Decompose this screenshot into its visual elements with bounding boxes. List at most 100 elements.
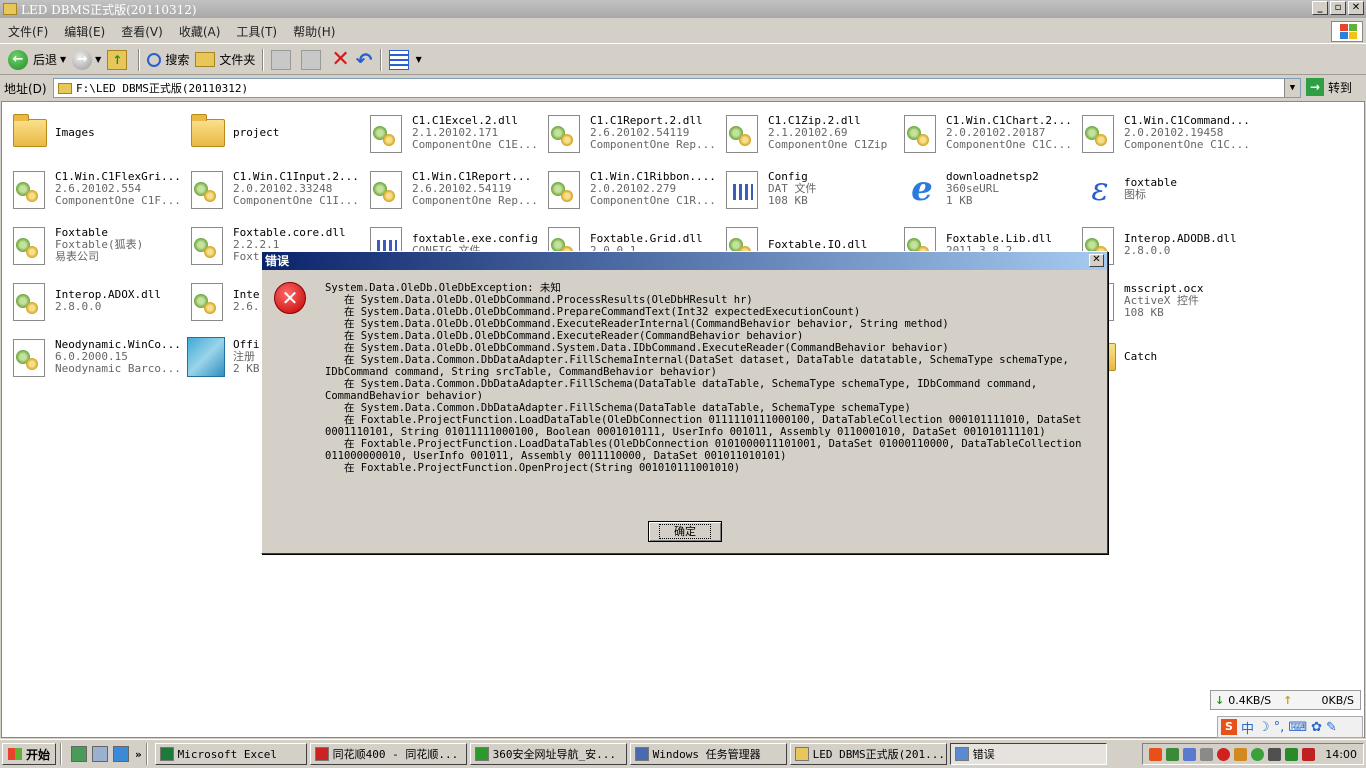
dll-icon [187, 223, 227, 267]
ime-language[interactable]: 中 [1241, 718, 1254, 737]
close-button[interactable]: ✕ [1348, 1, 1364, 15]
tray-sogou-icon[interactable] [1149, 747, 1163, 761]
dll-icon [9, 223, 49, 267]
punctuation-icon[interactable]: °, [1274, 720, 1285, 735]
upload-speed: 0KB/S [1321, 693, 1354, 707]
tray-app-icon[interactable] [1251, 747, 1265, 761]
go-arrow-icon: → [1306, 78, 1324, 96]
back-button[interactable]: ← 后退 ▼ [5, 48, 69, 72]
start-button[interactable]: 开始 [2, 743, 57, 765]
file-item[interactable]: C1.Win.C1Command... 2.0.20102.19458 Compon… [1078, 107, 1256, 159]
file-name: Catch [1124, 351, 1158, 363]
title-bar: LED DBMS正式版(20110312) _ ▫ ✕ [0, 0, 1366, 18]
up-folder-icon: ↑ [107, 49, 128, 70]
menu-view[interactable]: 查看(V) [113, 23, 171, 40]
skin-icon[interactable]: ✿ [1311, 720, 1322, 735]
folder-icon [187, 111, 227, 155]
foxtable-icon: ε [1091, 170, 1109, 208]
taskbar-separator [60, 743, 63, 765]
half-width-icon[interactable]: ☽ [1258, 720, 1270, 735]
file-item[interactable]: C1.Win.C1Ribbon.... 2.0.20102.279 Componen… [544, 163, 722, 215]
ime-toolbar[interactable]: S 中 ☽ °, ⌨ ✿ ✎ [1217, 716, 1363, 738]
menu-help[interactable]: 帮助(H) [285, 23, 343, 40]
search-button[interactable]: 搜索 [144, 48, 192, 72]
views-button[interactable]: ▼ [386, 48, 425, 72]
go-button[interactable]: → 转到 [1306, 78, 1352, 96]
app-icon [954, 747, 969, 761]
taskbar-button[interactable]: 同花顺400 - 同花顺... [309, 743, 467, 765]
error-message: System.Data.OleDb.OleDbException: 未知 在 S… [325, 282, 1082, 474]
file-item[interactable]: C1.C1Report.2.dll 2.6.20102.54119 Componen… [544, 107, 722, 159]
taskbar-button-label: LED DBMS正式版(201... [812, 748, 945, 761]
file-item[interactable]: Neodynamic.WinCo... 6.0.2000.15 Neodynamic… [9, 331, 187, 383]
tray-network-icon[interactable] [1285, 747, 1299, 761]
dialog-title: 错误 [262, 252, 1107, 270]
file-detail: ComponentOne C1E... [412, 138, 538, 151]
file-item[interactable]: Interop.ADOX.dll 2.8.0.0 [9, 275, 187, 327]
chevron-down-icon[interactable]: ▼ [60, 55, 66, 64]
file-item[interactable]: C1.Win.C1Chart.2... 2.0.20102.20187 Compon… [900, 107, 1078, 159]
menu-favorites[interactable]: 收藏(A) [171, 23, 229, 40]
tray-app-icon[interactable] [1217, 747, 1231, 761]
taskbar-button[interactable]: Windows 任务管理器 [629, 743, 787, 765]
task-list: Microsoft Excel 同花顺400 - 同花顺... 360安全网址导航_… [152, 743, 1107, 765]
file-item[interactable]: C1.C1Zip.2.dll 2.1.20102.69 ComponentOne C… [722, 107, 900, 159]
menu-edit[interactable]: 编辑(E) [56, 23, 113, 40]
ok-button[interactable]: 确定 [648, 521, 722, 542]
file-item[interactable]: ε foxtable 图标 [1078, 163, 1256, 215]
tray-app-icon[interactable] [1166, 747, 1180, 761]
tray-app-icon[interactable] [1200, 747, 1214, 761]
menu-file[interactable]: 文件(F) [0, 23, 56, 40]
tray-app-icon[interactable] [1183, 747, 1197, 761]
chevron-down-icon[interactable]: ▼ [95, 55, 101, 64]
restore-button[interactable]: ▫ [1330, 1, 1346, 15]
dll-icon [1078, 111, 1118, 155]
network-speed-widget: ↓ 0.4KB/S ↑ 0KB/S [1210, 690, 1361, 710]
keyboard-icon[interactable]: ⌨ [1288, 720, 1307, 735]
tray-security-icon[interactable] [1302, 747, 1316, 761]
folder-icon [195, 52, 216, 67]
back-arrow-icon: ← [8, 49, 28, 70]
taskbar-button[interactable]: 错误 [949, 743, 1107, 765]
toolbar-separator [379, 48, 382, 71]
chevron-down-icon[interactable]: ▼ [416, 55, 422, 64]
taskbar-button[interactable]: LED DBMS正式版(201... [789, 743, 947, 765]
taskbar-button-label: Microsoft Excel [177, 747, 277, 761]
file-item[interactable]: project [187, 107, 365, 159]
file-item[interactable]: e downloadnetsp2 360seURL 1 KB [900, 163, 1078, 215]
minimize-button[interactable]: _ [1312, 1, 1328, 15]
taskbar-button-label: 同花顺400 - 同花顺... [332, 748, 459, 761]
undo-button[interactable]: ↶ [353, 48, 376, 72]
quicklaunch-ie-icon[interactable] [113, 746, 130, 762]
file-item[interactable]: C1.Win.C1FlexGri... 2.6.20102.554 Componen… [9, 163, 187, 215]
file-item[interactable]: Images [9, 107, 187, 159]
tray-app-icon[interactable] [1234, 747, 1248, 761]
quicklaunch-icon[interactable] [71, 746, 88, 762]
move-to-button[interactable] [268, 48, 298, 72]
error-icon: ✕ [274, 282, 306, 314]
sogou-icon[interactable]: S [1221, 719, 1237, 735]
file-item[interactable]: C1.Win.C1Report... 2.6.20102.54119 Compone… [366, 163, 544, 215]
delete-button[interactable]: ✕ [328, 47, 352, 72]
copy-to-button[interactable] [298, 48, 328, 72]
upload-arrow-icon: ↑ [1283, 693, 1293, 707]
quicklaunch-icon[interactable] [92, 746, 109, 762]
menu-tools[interactable]: 工具(T) [228, 23, 285, 40]
taskbar-button[interactable]: 360安全网址导航_安... [469, 743, 627, 765]
settings-wrench-icon[interactable]: ✎ [1326, 720, 1337, 735]
forward-button[interactable]: → ▼ [69, 48, 104, 72]
up-folder-button[interactable]: ↑ [104, 48, 134, 72]
file-item[interactable]: C1.Win.C1Input.2... 2.0.20102.33248 Compon… [187, 163, 365, 215]
file-item[interactable]: C1.C1Excel.2.dll 2.1.20102.171 ComponentOn… [366, 107, 544, 159]
folders-button[interactable]: 文件夹 [192, 48, 258, 72]
taskbar-button[interactable]: Microsoft Excel [154, 743, 307, 765]
dialog-close-button[interactable]: ✕ [1089, 254, 1104, 267]
address-input[interactable]: F:\LED DBMS正式版(20110312) ▼ [53, 78, 1301, 98]
file-item[interactable]: Config DAT 文件 108 KB [722, 163, 900, 215]
quicklaunch-more[interactable]: » [135, 748, 142, 761]
dll-icon [9, 279, 49, 323]
address-value: F:\LED DBMS正式版(20110312) [76, 82, 249, 95]
file-item[interactable]: Foxtable Foxtable(狐表) 易表公司 [9, 219, 187, 271]
chevron-down-icon[interactable]: ▼ [1284, 79, 1300, 97]
tray-app-icon[interactable] [1268, 747, 1282, 761]
